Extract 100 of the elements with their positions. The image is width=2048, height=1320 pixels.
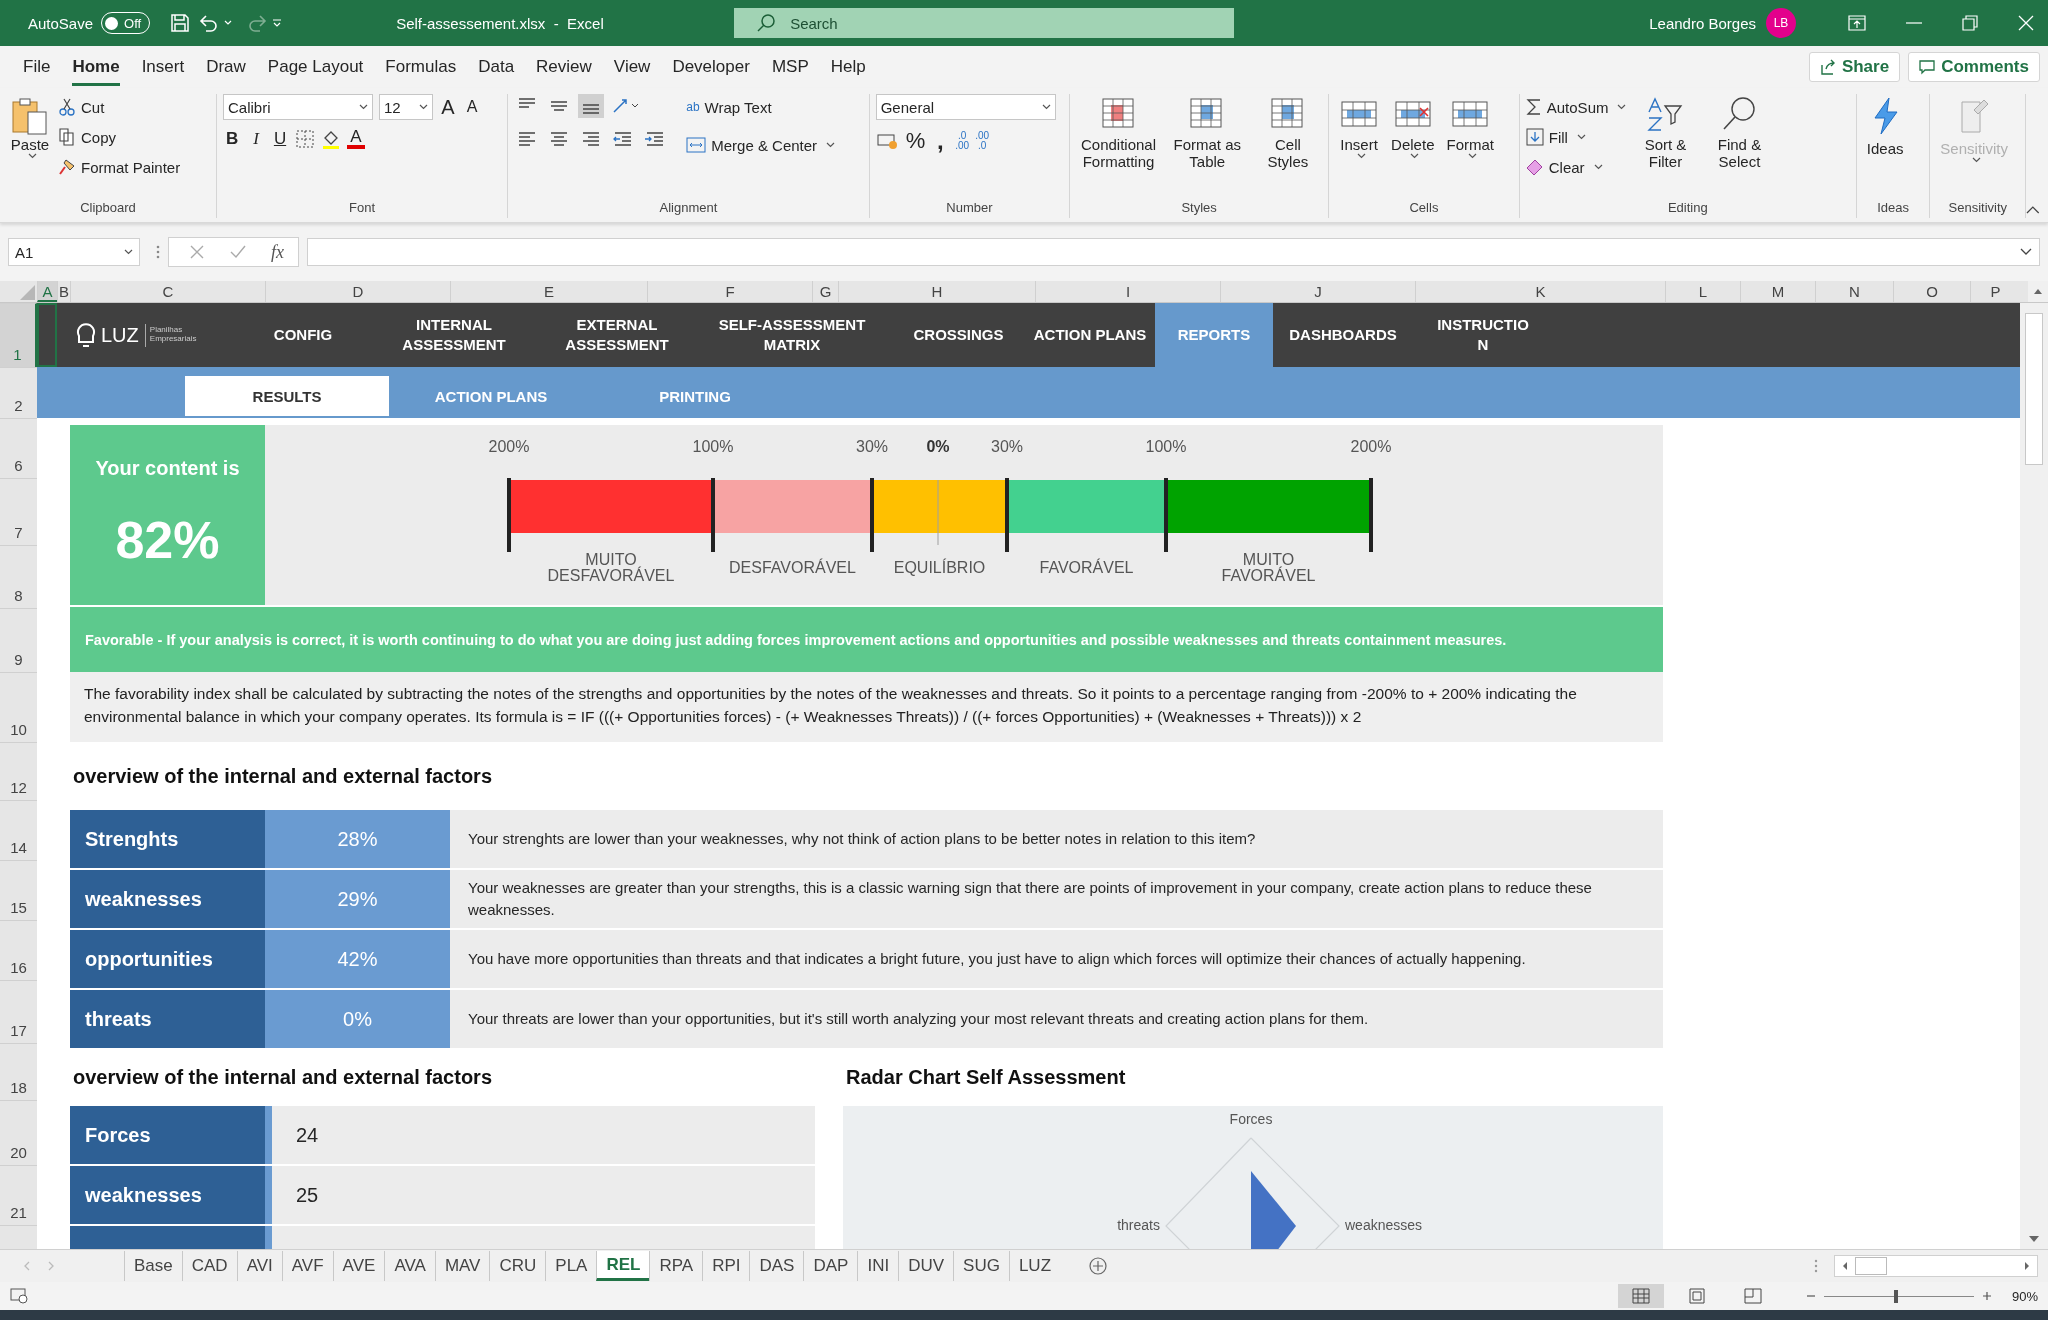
column-header[interactable]: E: [450, 281, 647, 302]
row-header[interactable]: 8: [0, 545, 37, 608]
redo-icon[interactable]: [246, 13, 269, 33]
collapse-ribbon-icon[interactable]: [2026, 206, 2040, 214]
row-header[interactable]: 7: [0, 478, 37, 545]
styles-button[interactable]: Cell Styles: [1253, 94, 1323, 173]
normal-view-icon[interactable]: [1617, 1284, 1664, 1308]
search-field[interactable]: Search: [734, 8, 1235, 38]
menu-tab[interactable]: Home: [72, 48, 120, 86]
menu-tab[interactable]: Review: [536, 48, 592, 86]
column-header[interactable]: B: [57, 281, 70, 302]
italic-button[interactable]: I: [247, 128, 265, 149]
font-name-dropdown[interactable]: Calibri: [223, 94, 373, 120]
check-icon[interactable]: [229, 244, 247, 260]
close-icon[interactable]: [2018, 15, 2034, 31]
row-header[interactable]: 10: [0, 672, 37, 742]
row-header[interactable]: 12: [0, 742, 37, 800]
merge-center-button[interactable]: Merge & Center: [686, 132, 836, 158]
column-header[interactable]: I: [1035, 281, 1220, 302]
nav-tab[interactable]: ACTION PLANS: [1025, 303, 1155, 367]
zoom-thumb[interactable]: [1894, 1289, 1899, 1303]
cancel-icon[interactable]: [189, 244, 205, 260]
column-header[interactable]: A: [37, 281, 57, 302]
menu-tab[interactable]: Developer: [672, 48, 750, 86]
formula-field[interactable]: [307, 238, 2040, 266]
customize-icon[interactable]: [272, 19, 283, 27]
column-header[interactable]: M: [1740, 281, 1815, 302]
column-header[interactable]: O: [1893, 281, 1970, 302]
fill-button[interactable]: Fill: [1525, 124, 1627, 150]
format-painter-button[interactable]: Format Painter: [58, 154, 181, 180]
vertical-scrollbar[interactable]: [2020, 303, 2048, 1249]
align-icon[interactable]: [578, 94, 605, 118]
menu-tab[interactable]: MSP: [771, 48, 809, 86]
styles-button[interactable]: Format as Table: [1164, 94, 1250, 173]
row-header[interactable]: 20: [0, 1100, 37, 1165]
scroll-down-icon[interactable]: [2028, 1235, 2040, 1243]
row-header[interactable]: 1: [0, 303, 37, 367]
subnav-tab[interactable]: RESULTS: [185, 376, 389, 416]
sheet-tab[interactable]: MAV: [434, 1251, 490, 1281]
column-header[interactable]: N: [1815, 281, 1893, 302]
user-avatar[interactable]: LB: [1766, 8, 1796, 38]
sheet-tab[interactable]: CAD: [181, 1251, 237, 1281]
number-format-dropdown[interactable]: General: [875, 94, 1056, 120]
menu-tab[interactable]: Insert: [141, 48, 185, 86]
decrease-decimal-button[interactable]: .00 .0: [975, 131, 990, 151]
scroll-right-icon[interactable]: [2023, 1261, 2031, 1271]
column-header[interactable]: H: [838, 281, 1035, 302]
sheet-tab[interactable]: AVE: [332, 1251, 385, 1281]
comments-button[interactable]: Comments: [1908, 52, 2040, 82]
font-color-button[interactable]: A: [347, 128, 365, 149]
row-header[interactable]: 21: [0, 1165, 37, 1225]
sheet-tab[interactable]: REL: [596, 1251, 650, 1281]
cells-button[interactable]: Insert: [1335, 94, 1384, 162]
paste-button[interactable]: Paste: [6, 94, 54, 162]
row-header[interactable]: 16: [0, 920, 37, 980]
menu-tab[interactable]: Draw: [206, 48, 246, 86]
menu-tab[interactable]: Formulas: [385, 48, 457, 86]
add-sheet-icon[interactable]: [1088, 1256, 1109, 1276]
sheet-tab[interactable]: RPA: [649, 1251, 703, 1281]
sheet-tab[interactable]: DAS: [749, 1251, 804, 1281]
sheet-tab[interactable]: DAP: [803, 1251, 858, 1281]
caret-icon[interactable]: [224, 20, 233, 26]
menu-tab[interactable]: Help: [830, 48, 866, 86]
row-header[interactable]: 18: [0, 1043, 37, 1100]
menu-tab[interactable]: View: [613, 48, 651, 86]
insert-function-button[interactable]: fx: [271, 241, 284, 263]
sort-filter-button[interactable]: Sort & Filter: [1630, 94, 1701, 173]
find-select-button[interactable]: Find & Select: [1704, 94, 1775, 173]
styles-button[interactable]: Conditional Formatting: [1076, 94, 1161, 173]
scroll-left-icon[interactable]: [1841, 1261, 1849, 1271]
menu-tab[interactable]: Data: [478, 48, 515, 86]
nav-tab[interactable]: DASHBOARDS: [1273, 303, 1413, 367]
shrink-font-button[interactable]: A: [463, 98, 481, 116]
column-header[interactable]: K: [1415, 281, 1665, 302]
ribbon-display-icon[interactable]: [1848, 15, 1866, 31]
currency-icon[interactable]: [875, 131, 900, 151]
row-header[interactable]: 14: [0, 800, 37, 860]
grow-font-button[interactable]: A: [439, 95, 457, 119]
row-header[interactable]: 15: [0, 860, 37, 920]
percent-button[interactable]: %: [905, 128, 926, 154]
sheet-tab[interactable]: DUV: [898, 1251, 954, 1281]
menu-tab[interactable]: File: [23, 48, 51, 86]
macro-record-icon[interactable]: [10, 1288, 28, 1304]
column-header[interactable]: C: [70, 281, 265, 302]
nav-tab[interactable]: SELF-ASSESSMENT MATRIX: [692, 303, 892, 367]
column-header[interactable]: D: [265, 281, 450, 302]
sheet-tab[interactable]: RPI: [702, 1251, 750, 1281]
restore-icon[interactable]: [1962, 15, 1978, 31]
nav-tab[interactable]: EXTERNAL ASSESSMENT: [542, 303, 692, 367]
border-icon[interactable]: [295, 128, 315, 149]
underline-button[interactable]: U: [271, 128, 289, 149]
scroll-up-icon[interactable]: [2028, 281, 2048, 302]
ideas-button[interactable]: Ideas: [1862, 94, 1908, 160]
name-box[interactable]: A1: [8, 238, 140, 266]
cells-button[interactable]: Delete: [1387, 94, 1439, 162]
sheet-tab[interactable]: SUG: [953, 1251, 1009, 1281]
zoom-level[interactable]: 90%: [2011, 1288, 2038, 1304]
cells-button[interactable]: Format: [1442, 94, 1498, 162]
autosum-button[interactable]: AutoSum: [1525, 94, 1627, 120]
scrollbar-thumb[interactable]: [2025, 313, 2043, 465]
